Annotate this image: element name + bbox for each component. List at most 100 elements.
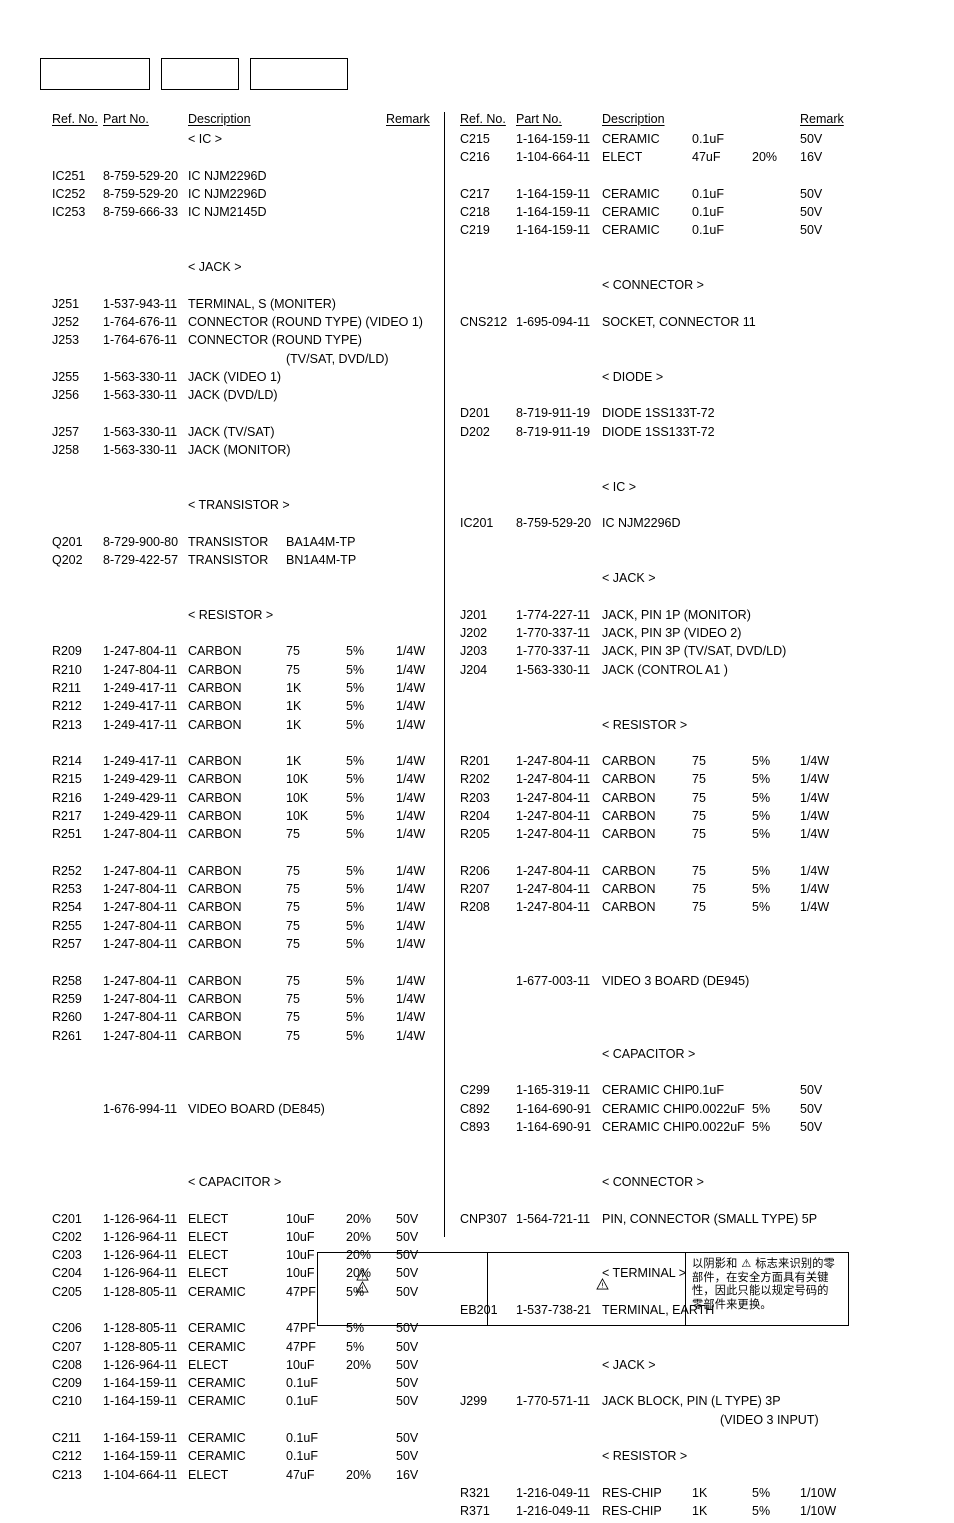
- cell-part-no: 8-729-422-57: [103, 552, 179, 567]
- cell-ref-no: C216: [460, 150, 490, 165]
- cell-part-no: 1-249-429-11: [103, 772, 178, 787]
- cell-description: CARBON: [188, 827, 242, 842]
- cell-description: CERAMIC: [188, 1284, 246, 1299]
- cell-value: 0.1uF: [692, 205, 724, 220]
- table-row: J299 1-770-571-11 JACK BLOCK, PIN (L TYPE)…: [452, 1394, 922, 1412]
- cell-part-no: 8-719-911-19: [516, 424, 591, 439]
- cell-description: CARBON: [602, 790, 656, 805]
- cell-tolerance: 5%: [346, 1010, 365, 1025]
- cell-tolerance: 5%: [752, 754, 771, 769]
- cell-tolerance: 5%: [346, 644, 365, 659]
- cell-description: TRANSISTOR: [188, 552, 269, 567]
- cell-description: CERAMIC: [602, 132, 660, 146]
- table-row: Q202 8-729-422-57 TRANSISTOR BN1A4M-TP: [40, 553, 440, 571]
- cell-value: 0.1uF: [692, 132, 724, 146]
- cell-rating: 1/4W: [396, 790, 426, 805]
- cell-value: 0.1uF: [692, 186, 724, 201]
- cell-tolerance: 5%: [346, 900, 365, 915]
- cell-description: CARBON: [602, 827, 656, 842]
- cell-ref-no: Q201: [52, 534, 83, 549]
- header-remark: Remark: [386, 112, 430, 126]
- cell-ref-no: C201: [52, 1211, 82, 1226]
- cell-part-no: 1-164-159-11: [516, 205, 591, 220]
- cell-ref-no: R253: [52, 882, 82, 897]
- cell-description: CONNECTOR (ROUND TYPE): [188, 333, 362, 348]
- cell-rating: 1/4W: [396, 699, 426, 714]
- cell-value: 1K: [692, 1504, 708, 1519]
- cell-part-no: 1-247-804-11: [516, 900, 591, 915]
- cell-value: 75: [286, 973, 300, 988]
- cell-ref-no: IC251: [52, 168, 86, 183]
- cell-part-no: 1-164-159-11: [516, 132, 591, 146]
- cell-value: 10K: [286, 808, 309, 823]
- safety-note-box: 以阴影和 ⚠ 标志来识别的零 部件，在安全方面具有关键 性，因此只能以规定号码的…: [317, 1252, 849, 1326]
- table-row: C209 1-164-159-11 CERAMIC 0.1uF 50V: [40, 1376, 440, 1394]
- table-row: C217 1-164-159-11 CERAMIC 0.1uF 50V: [452, 187, 922, 205]
- cell-description: JACK, PIN 3P (TV/SAT, DVD/LD): [602, 644, 787, 659]
- cell-rating: 1/4W: [800, 882, 830, 897]
- cell-part-no: 1-126-964-11: [103, 1211, 178, 1226]
- cell-value: 75: [692, 790, 706, 805]
- row-spacer: [40, 516, 440, 534]
- safety-note-line: 以阴影和 ⚠ 标志来识别的零: [692, 1257, 836, 1270]
- warning-cell-middle: [488, 1253, 686, 1325]
- cell-description: CARBON: [188, 699, 242, 714]
- cell-description: SOCKET, CONNECTOR 11: [602, 314, 756, 329]
- section-heading-label: < JACK >: [602, 1357, 656, 1372]
- cell-part-no: 1-764-676-11: [103, 333, 178, 348]
- table-row: C215 1-164-159-11 CERAMIC 0.1uF 50V: [452, 132, 922, 150]
- header-part-no: Part No.: [516, 112, 562, 126]
- cell-rating: 1/4W: [396, 1010, 426, 1025]
- cell-description: CARBON: [602, 900, 656, 915]
- cell-rating: 1/4W: [396, 973, 426, 988]
- table-row: R203 1-247-804-11 CARBON 75 5% 1/4W: [452, 791, 922, 809]
- cell-value: 75: [692, 808, 706, 823]
- cell-rating: 1/4W: [396, 754, 426, 769]
- cell-rating: 1/4W: [396, 772, 426, 787]
- cell-rating: 50V: [396, 1394, 419, 1409]
- cell-ref-no: J299: [460, 1394, 488, 1409]
- table-row: D202 8-719-911-19 DIODE 1SS133T-72: [452, 425, 922, 443]
- cell-ref-no: R201: [460, 754, 490, 769]
- table-row: R258 1-247-804-11 CARBON 75 5% 1/4W: [40, 974, 440, 992]
- cell-ref-no: R254: [52, 900, 82, 915]
- table-row: C207 1-128-805-11 CERAMIC 47PF 5% 50V: [40, 1340, 440, 1358]
- cell-part-no: 1-249-417-11: [103, 699, 178, 714]
- cell-ref-no: R206: [460, 863, 490, 878]
- cell-rating: 1/4W: [396, 1028, 426, 1043]
- cell-part-no: 1-104-664-11: [516, 150, 591, 165]
- cell-part-no: 1-128-805-11: [103, 1284, 178, 1299]
- cell-description: CARBON: [188, 808, 242, 823]
- cell-part-no: 1-247-804-11: [103, 937, 178, 952]
- row-spacer: [40, 955, 440, 973]
- section-heading: < CAPACITOR >: [452, 1047, 922, 1065]
- table-row: C892 1-164-690-91 CERAMIC CHIP 0.0022uF 5% 50…: [452, 1102, 922, 1120]
- table-row: R255 1-247-804-11 CARBON 75 5% 1/4W: [40, 919, 440, 937]
- row-spacer: [40, 150, 440, 168]
- cell-value: 10uF: [286, 1266, 315, 1281]
- row-spacer: [452, 1321, 922, 1358]
- cell-part-no: 1-247-804-11: [516, 882, 591, 897]
- table-row: R207 1-247-804-11 CARBON 75 5% 1/4W: [452, 882, 922, 900]
- cell-tolerance: 5%: [752, 1504, 771, 1519]
- warning-triangle-icon: [596, 1278, 609, 1290]
- cell-tolerance: 5%: [346, 808, 365, 823]
- row-spacer: [452, 443, 922, 480]
- cell-rating: 50V: [800, 205, 823, 220]
- cell-part-no: 1-126-964-11: [103, 1229, 178, 1244]
- table-row: C212 1-164-159-11 CERAMIC 0.1uF 50V: [40, 1449, 440, 1467]
- table-row: R204 1-247-804-11 CARBON 75 5% 1/4W: [452, 809, 922, 827]
- table-row: J203 1-770-337-11 JACK, PIN 3P (TV/SAT, DV…: [452, 644, 922, 662]
- section-heading-label: < RESISTOR >: [602, 717, 688, 732]
- cell-tolerance: 5%: [346, 991, 365, 1006]
- cell-part-no: 1-126-964-11: [103, 1248, 178, 1263]
- row-spacer: [452, 955, 922, 973]
- cell-rating: 1/4W: [800, 754, 830, 769]
- cell-description: RES-CHIP: [602, 1504, 662, 1519]
- table-header-right: Ref. No. Part No. Description Remark: [452, 112, 922, 132]
- cell-ref-no: C210: [52, 1394, 82, 1409]
- row-spacer: [40, 846, 440, 864]
- cell-value: 0.1uF: [286, 1431, 318, 1446]
- cell-ref-no: C209: [52, 1376, 82, 1391]
- table-row: R261 1-247-804-11 CARBON 75 5% 1/4W: [40, 1029, 440, 1047]
